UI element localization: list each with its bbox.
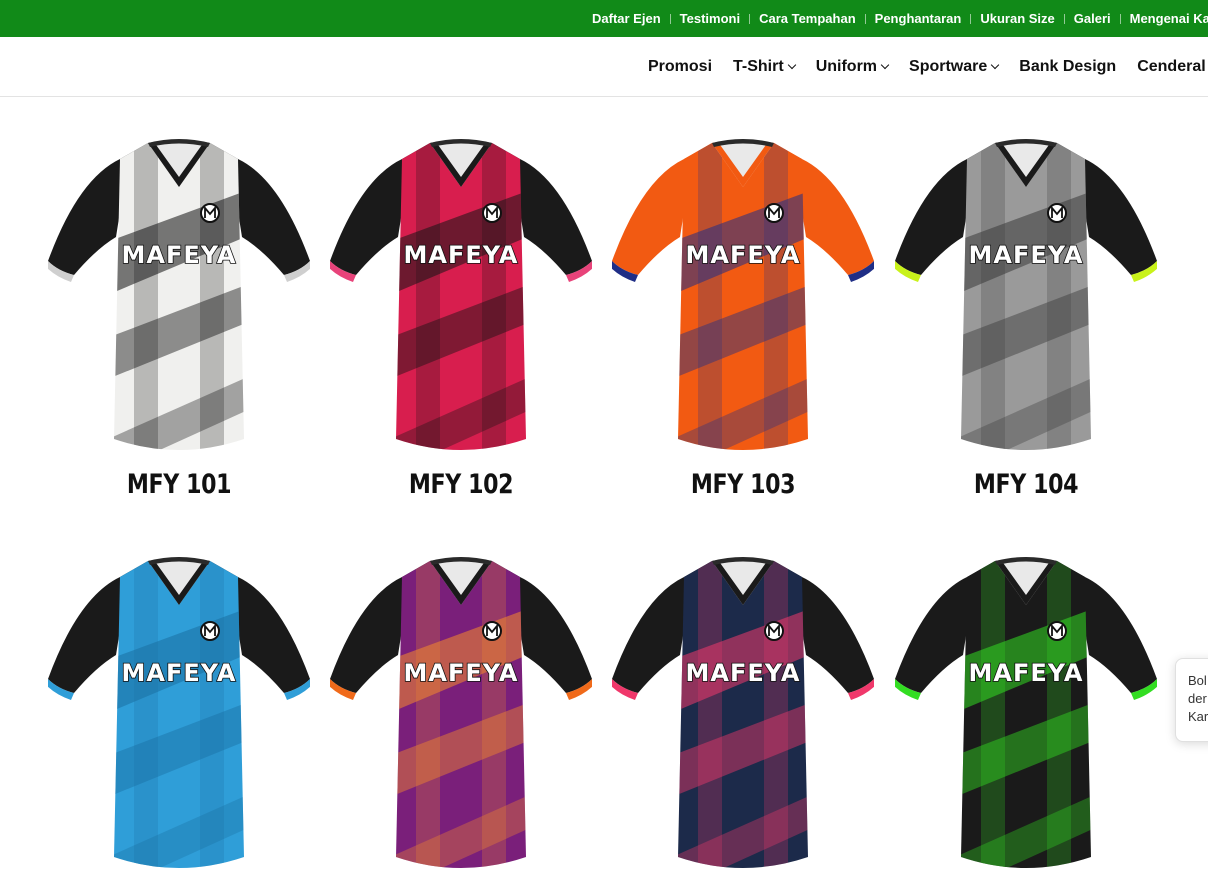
top-utility-bar: Daftar Ejen Testimoni Cara Tempahan Peng…	[0, 0, 1208, 37]
product-card[interactable]: MAFEYA MFY 101	[48, 139, 310, 500]
top-link-label[interactable]: Ukuran Size	[980, 11, 1054, 26]
nav-item-bank-design[interactable]: Bank Design	[1019, 58, 1116, 76]
top-link-label[interactable]: Mengenai Ka	[1130, 11, 1208, 26]
nav-item-label[interactable]: T-Shirt	[733, 58, 784, 76]
nav-item-label[interactable]: Cenderal	[1137, 58, 1205, 76]
nav-item-uniform[interactable]: Uniform	[816, 58, 890, 76]
chat-text-line: der	[1188, 691, 1207, 706]
product-card[interactable]: MAFEYA	[895, 557, 1157, 879]
top-link-label[interactable]: Daftar Ejen	[592, 11, 661, 26]
main-nav-menu: Promosi T-Shirt Uniform Sportware Bank D…	[648, 37, 1208, 96]
jersey-image[interactable]: MAFEYA	[895, 139, 1157, 461]
top-link-label[interactable]: Cara Tempahan	[759, 11, 856, 26]
jersey-brand-text: MAFEYA	[686, 659, 801, 687]
jersey-brand-text: MAFEYA	[122, 659, 237, 687]
divider	[749, 13, 751, 24]
jersey-brand-text: MAFEYA	[122, 241, 237, 269]
top-link-galeri[interactable]: Galeri	[1074, 11, 1130, 26]
jersey-image[interactable]: MAFEYA	[330, 557, 592, 879]
top-link-testimoni[interactable]: Testimoni	[680, 11, 759, 26]
product-card[interactable]: MAFEYA	[330, 557, 592, 879]
top-link-mengenai[interactable]: Mengenai Ka	[1130, 11, 1208, 26]
nav-item-sportware[interactable]: Sportware	[909, 58, 1000, 76]
top-link-daftar-ejen[interactable]: Daftar Ejen	[592, 11, 680, 26]
main-navigation: Promosi T-Shirt Uniform Sportware Bank D…	[0, 37, 1208, 97]
product-card[interactable]: MAFEYA MFY 102	[330, 139, 592, 500]
product-card[interactable]: MAFEYA MFY 104	[895, 139, 1157, 500]
jersey-image[interactable]: MAFEYA	[612, 557, 874, 879]
jersey-image[interactable]: MAFEYA	[330, 139, 592, 461]
top-link-label[interactable]: Penghantaran	[875, 11, 962, 26]
jersey-brand-text: MAFEYA	[404, 659, 519, 687]
nav-item-cenderamata[interactable]: Cenderal	[1137, 58, 1205, 76]
chat-widget-popup[interactable]: Bol der Kar	[1175, 658, 1208, 742]
jersey-brand-text: MAFEYA	[686, 241, 801, 269]
divider	[669, 13, 671, 24]
divider	[864, 13, 866, 24]
product-code[interactable]: MFY 101	[72, 469, 287, 500]
chevron-down-icon[interactable]	[880, 60, 890, 69]
chevron-down-icon[interactable]	[991, 60, 1000, 69]
product-code[interactable]: MFY 103	[636, 469, 851, 500]
chevron-down-icon[interactable]	[787, 60, 796, 69]
jersey-brand-text: MAFEYA	[969, 659, 1084, 687]
chat-text-line: Kar	[1188, 709, 1208, 724]
divider	[970, 13, 972, 24]
nav-item-label[interactable]: Promosi	[648, 58, 712, 76]
top-link-cara-tempahan[interactable]: Cara Tempahan	[759, 11, 875, 26]
nav-item-promosi[interactable]: Promosi	[648, 58, 712, 76]
top-links: Daftar Ejen Testimoni Cara Tempahan Peng…	[592, 0, 1208, 37]
product-card[interactable]: MAFEYA MFY 103	[612, 139, 874, 500]
jersey-brand-text: MAFEYA	[969, 241, 1084, 269]
top-link-penghantaran[interactable]: Penghantaran	[875, 11, 981, 26]
nav-item-label[interactable]: Uniform	[816, 58, 877, 76]
product-code[interactable]: MFY 102	[354, 469, 569, 500]
jersey-image[interactable]: MAFEYA	[48, 557, 310, 879]
nav-item-label[interactable]: Bank Design	[1019, 58, 1116, 76]
nav-item-tshirt[interactable]: T-Shirt	[733, 58, 796, 76]
product-code[interactable]: MFY 104	[919, 469, 1134, 500]
divider	[1119, 13, 1121, 24]
product-grid: MAFEYA MFY 101 MAFEYA MFY 102 MAFEYA MFY 103 M…	[0, 97, 1208, 868]
top-link-ukuran-size[interactable]: Ukuran Size	[980, 11, 1073, 26]
top-link-label[interactable]: Galeri	[1074, 11, 1111, 26]
jersey-brand-text: MAFEYA	[404, 241, 519, 269]
product-card[interactable]: MAFEYA	[48, 557, 310, 879]
chat-text-line: Bol	[1188, 673, 1207, 688]
jersey-image[interactable]: MAFEYA	[612, 139, 874, 461]
divider	[1063, 13, 1065, 24]
jersey-image[interactable]: MAFEYA	[895, 557, 1157, 879]
jersey-image[interactable]: MAFEYA	[48, 139, 310, 461]
top-link-label[interactable]: Testimoni	[680, 11, 740, 26]
nav-item-label[interactable]: Sportware	[909, 58, 987, 76]
product-card[interactable]: MAFEYA	[612, 557, 874, 879]
